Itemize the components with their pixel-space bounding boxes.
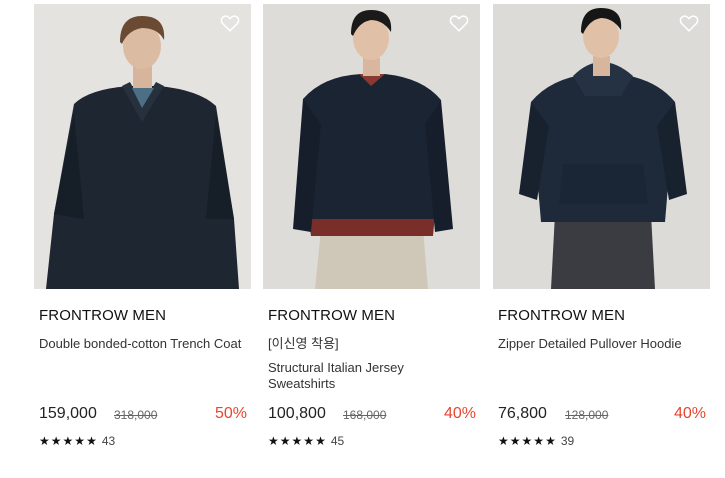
star-icon: ★	[268, 434, 279, 448]
discount-rate: 40%	[673, 405, 706, 422]
model-photo-icon	[263, 4, 480, 289]
star-icon: ★	[279, 434, 291, 448]
discount-rate: 40%	[443, 405, 476, 422]
product-image[interactable]	[34, 4, 251, 289]
star-icon: ★	[498, 434, 509, 448]
original-price: 128,000	[565, 408, 609, 422]
star-icon: ★	[50, 434, 62, 448]
product-title[interactable]: Zipper Detailed Pullover Hoodie	[498, 336, 682, 351]
product-image[interactable]	[493, 4, 710, 289]
product-image[interactable]	[263, 4, 480, 289]
star-icon: ★	[533, 434, 545, 448]
rating: ★ ★ ★ ★ ★ 45	[268, 434, 344, 448]
product-name[interactable]: Zipper Detailed Pullover Hoodie	[498, 336, 703, 352]
rating: ★ ★ ★ ★ ★ 43	[39, 434, 115, 448]
sale-price: 76,800	[498, 405, 547, 422]
sale-price: 159,000	[39, 405, 97, 422]
original-price: 168,000	[343, 408, 387, 422]
product-card[interactable]: FRONTROW MEN Double bonded-cotton Trench…	[34, 4, 251, 464]
star-icon: ★	[39, 434, 50, 448]
review-count: 39	[560, 434, 575, 448]
star-icon: ★	[521, 434, 533, 448]
price-row: 159,000 318,000 50%	[39, 405, 247, 425]
star-icon: ★	[86, 434, 97, 448]
star-icon: ★	[62, 434, 74, 448]
brand-name[interactable]: FRONTROW MEN	[498, 307, 625, 324]
rating: ★ ★ ★ ★ ★ 39	[498, 434, 574, 448]
product-title[interactable]: Structural Italian Jersey Sweatshirts	[268, 360, 404, 391]
star-icon: ★	[291, 434, 303, 448]
product-card[interactable]: FRONTROW MEN [이신영 착용] Structural Italian…	[263, 4, 480, 464]
wishlist-heart-icon[interactable]	[448, 12, 470, 34]
star-icon: ★	[315, 434, 326, 448]
original-price: 318,000	[114, 408, 158, 422]
product-grid: FRONTROW MEN Double bonded-cotton Trench…	[0, 0, 725, 478]
model-photo-icon	[34, 4, 251, 289]
product-title[interactable]: Double bonded-cotton Trench Coat	[39, 336, 241, 351]
product-card[interactable]: FRONTROW MEN Zipper Detailed Pullover Ho…	[493, 4, 710, 464]
star-rating: ★ ★ ★ ★ ★	[268, 435, 326, 447]
brand-name[interactable]: FRONTROW MEN	[268, 307, 395, 324]
star-icon: ★	[545, 434, 556, 448]
price-row: 76,800 128,000 40%	[498, 405, 706, 425]
product-name[interactable]: [이신영 착용] Structural Italian Jersey Sweat…	[268, 336, 473, 392]
review-count: 43	[101, 434, 116, 448]
star-icon: ★	[74, 434, 86, 448]
review-count: 45	[330, 434, 345, 448]
star-icon: ★	[303, 434, 315, 448]
discount-rate: 50%	[214, 405, 247, 422]
sale-price: 100,800	[268, 405, 326, 422]
star-rating: ★ ★ ★ ★ ★	[39, 435, 97, 447]
star-icon: ★	[509, 434, 521, 448]
product-tag[interactable]: [이신영 착용]	[268, 336, 473, 352]
price-row: 100,800 168,000 40%	[268, 405, 476, 425]
brand-name[interactable]: FRONTROW MEN	[39, 307, 166, 324]
wishlist-heart-icon[interactable]	[219, 12, 241, 34]
wishlist-heart-icon[interactable]	[678, 12, 700, 34]
product-name[interactable]: Double bonded-cotton Trench Coat	[39, 336, 244, 352]
model-photo-icon	[493, 4, 710, 289]
star-rating: ★ ★ ★ ★ ★	[498, 435, 556, 447]
